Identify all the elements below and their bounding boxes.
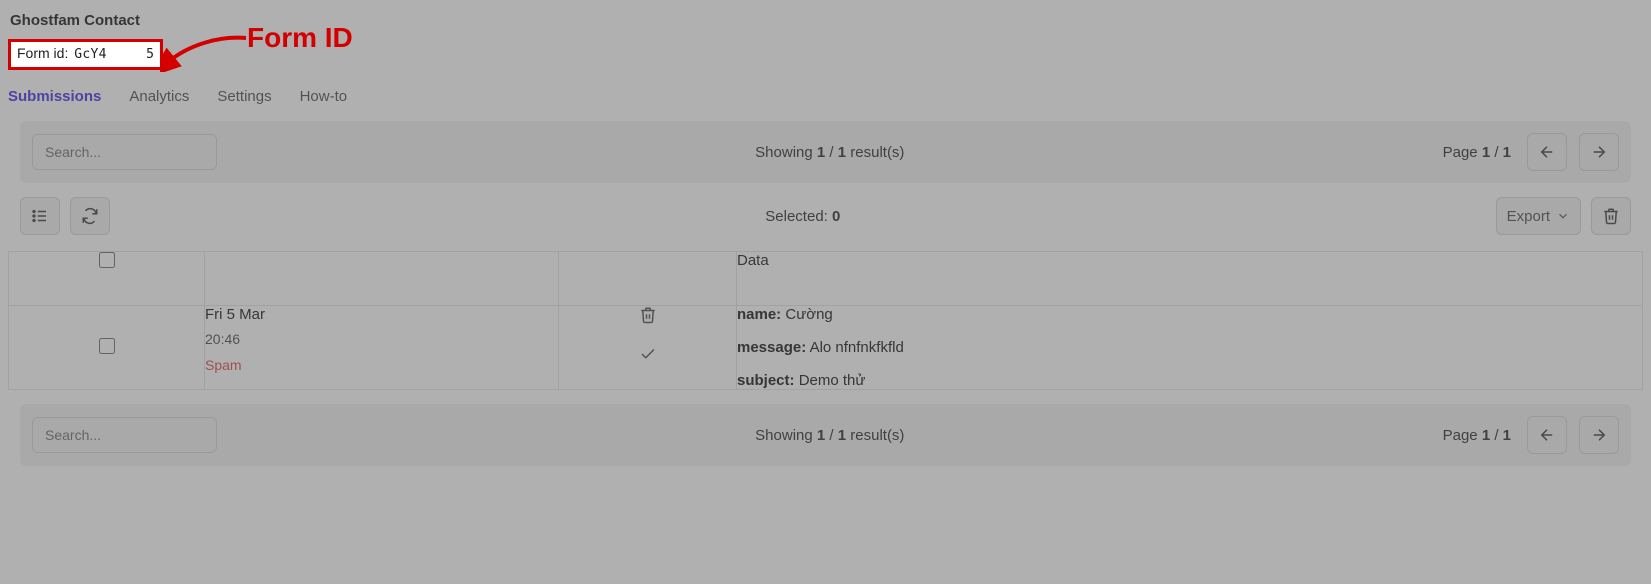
showing-total: 1 <box>838 427 846 444</box>
selected-count: Selected: 0 <box>120 208 1486 225</box>
annotation-arrow-icon <box>160 32 250 72</box>
field-name-value: Cường <box>785 306 832 323</box>
chevron-down-icon <box>1556 209 1570 223</box>
row-date-cell: Fri 5 Mar 20:46 Spam <box>205 306 559 390</box>
submissions-table: Data Fri 5 Mar 20:46 Spam <box>8 251 1643 390</box>
refresh-icon <box>81 207 99 225</box>
row-approve-button[interactable] <box>639 345 657 366</box>
page-next-button[interactable] <box>1579 133 1619 171</box>
search-input[interactable] <box>32 134 217 170</box>
arrow-right-icon <box>1590 426 1608 444</box>
showing-suffix: result(s) <box>846 144 904 161</box>
page-total: 1 <box>1503 144 1511 161</box>
results-summary: Showing 1 / 1 result(s) <box>755 144 904 161</box>
toolbar-selection: Selected: 0 Export <box>0 183 1651 251</box>
row-data-cell: name: Cường message: Alo nfnfnkfkfld sub… <box>737 306 1643 390</box>
showing-current: 1 <box>817 427 825 444</box>
showing-prefix: Showing <box>755 427 817 444</box>
page-next-button-bottom[interactable] <box>1579 416 1619 454</box>
field-message-value: Alo nfnfnkfkfld <box>810 339 904 356</box>
field-name-label: name: <box>737 306 781 323</box>
results-summary-bottom: Showing 1 / 1 result(s) <box>755 427 904 444</box>
search-input-bottom[interactable] <box>32 417 217 453</box>
table-row: Fri 5 Mar 20:46 Spam name: Cường <box>9 306 1643 390</box>
page-current: 1 <box>1482 144 1490 161</box>
trash-icon <box>639 306 657 324</box>
select-all-checkbox[interactable] <box>99 252 115 268</box>
page-label: Page <box>1443 144 1482 161</box>
data-field-name: name: Cường <box>737 306 1642 323</box>
header-date <box>205 252 559 306</box>
page-sep: / <box>1490 427 1503 444</box>
page-sep: / <box>1490 144 1503 161</box>
header-checkbox-cell <box>9 252 205 306</box>
tabs: Submissions Analytics Settings How-to <box>0 70 1651 113</box>
page-indicator-bottom: Page 1 / 1 <box>1443 427 1511 444</box>
showing-sep: / <box>825 427 838 444</box>
showing-prefix: Showing <box>755 144 817 161</box>
arrow-left-icon <box>1538 143 1556 161</box>
page-prev-button-bottom[interactable] <box>1527 416 1567 454</box>
showing-suffix: result(s) <box>846 427 904 444</box>
page-indicator: Page 1 / 1 <box>1443 144 1511 161</box>
selected-number: 0 <box>832 208 840 225</box>
page-label: Page <box>1443 427 1482 444</box>
tab-howto[interactable]: How-to <box>300 88 348 111</box>
row-checkbox[interactable] <box>99 338 115 354</box>
form-id-value: GcY4 <box>74 47 107 62</box>
row-date: Fri 5 Mar <box>205 306 558 323</box>
form-id-label: Form id: <box>17 45 68 61</box>
row-time: 20:46 <box>205 331 558 347</box>
page-current: 1 <box>1482 427 1490 444</box>
field-subject-label: subject: <box>737 372 795 389</box>
delete-selected-button[interactable] <box>1591 197 1631 235</box>
export-button[interactable]: Export <box>1496 197 1581 235</box>
form-id-box: Form id: GcY4 5 <box>8 39 163 70</box>
showing-sep: / <box>825 144 838 161</box>
showing-total: 1 <box>838 144 846 161</box>
annotation-form-id-label: Form ID <box>247 22 353 54</box>
tab-settings[interactable]: Settings <box>217 88 271 111</box>
row-delete-button[interactable] <box>639 306 657 327</box>
tab-submissions[interactable]: Submissions <box>8 88 101 111</box>
tab-analytics[interactable]: Analytics <box>129 88 189 111</box>
page-prev-button[interactable] <box>1527 133 1567 171</box>
data-field-subject: subject: Demo thử <box>737 372 1642 389</box>
page-total: 1 <box>1503 427 1511 444</box>
form-id-line: Form id: GcY4 5 <box>17 45 154 62</box>
data-field-message: message: Alo nfnfnkfkfld <box>737 339 1642 356</box>
field-message-label: message: <box>737 339 806 356</box>
list-icon <box>31 207 49 225</box>
arrow-right-icon <box>1590 143 1608 161</box>
row-spam-flag[interactable]: Spam <box>205 357 558 373</box>
header-actions <box>559 252 737 306</box>
toolbar-top: Showing 1 / 1 result(s) Page 1 / 1 <box>20 121 1631 183</box>
showing-current: 1 <box>817 144 825 161</box>
trash-icon <box>1602 207 1620 225</box>
field-subject-value: Demo thử <box>799 372 866 389</box>
row-actions-cell <box>559 306 737 390</box>
arrow-left-icon <box>1538 426 1556 444</box>
refresh-button[interactable] <box>70 197 110 235</box>
header-data: Data <box>737 252 1643 306</box>
toolbar-bottom: Showing 1 / 1 result(s) Page 1 / 1 <box>20 404 1631 466</box>
row-checkbox-cell <box>9 306 205 390</box>
check-icon <box>639 345 657 363</box>
export-label: Export <box>1507 208 1550 225</box>
list-view-button[interactable] <box>20 197 60 235</box>
form-id-tail: 5 <box>146 47 154 62</box>
selected-label: Selected: <box>765 208 832 225</box>
